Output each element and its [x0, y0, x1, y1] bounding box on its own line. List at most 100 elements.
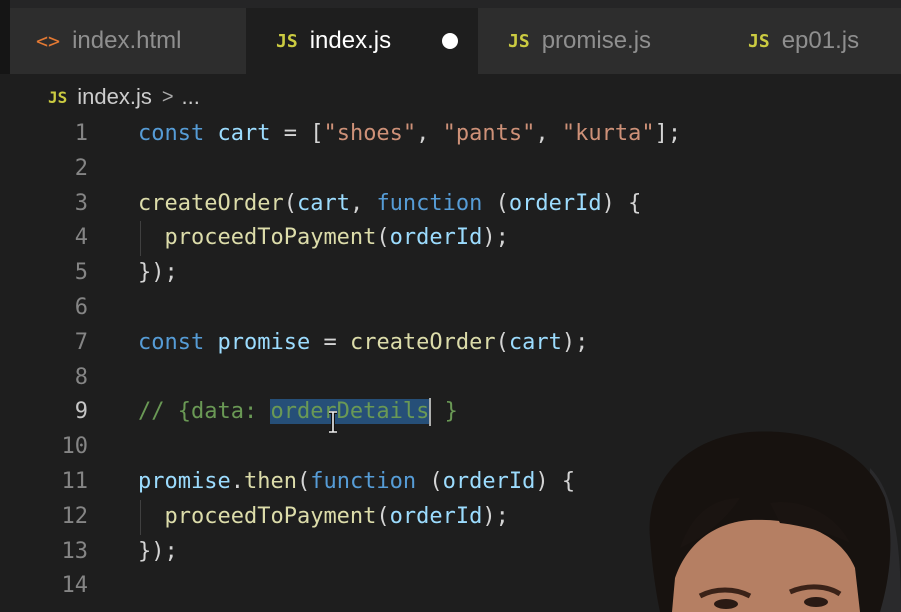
code-token: createOrder [138, 190, 284, 216]
code-token: proceedToPayment [164, 503, 377, 529]
code-token: , [416, 121, 443, 146]
code-token: function [376, 190, 483, 216]
code-token: , [535, 121, 562, 146]
code-token: , [349, 190, 377, 216]
chevron-right-icon: > [161, 85, 174, 108]
code-line[interactable]: 2 [0, 152, 901, 187]
code-token: orderId [442, 468, 536, 494]
code-token: ); [482, 503, 509, 529]
line-number: 8 [74, 364, 88, 390]
breadcrumb-file[interactable]: index.js [77, 84, 152, 110]
code-text: proceedToPayment(orderId); [138, 500, 509, 535]
code-token: ( [416, 468, 443, 494]
js-file-icon: JS [748, 30, 770, 52]
code-token: "kurta" [561, 121, 655, 146]
code-line[interactable]: 9 // {data: orderDetails } [0, 395, 901, 430]
line-number: 3 [74, 190, 88, 216]
line-number: 9 [74, 399, 88, 425]
code-token: ]; [654, 121, 682, 146]
line-number: 11 [61, 468, 89, 494]
line-number: 14 [61, 573, 89, 599]
code-token: promise [217, 329, 311, 355]
line-number: 2 [74, 155, 88, 181]
code-token: = [ [270, 121, 324, 146]
code-token: cart [217, 121, 271, 146]
code-token: }); [138, 260, 178, 286]
code-token: . [230, 468, 244, 494]
line-number: 10 [61, 434, 89, 460]
tab-ep01-js[interactable]: JS ep01.js [718, 8, 901, 74]
code-text: }); [138, 535, 178, 570]
breadcrumb: JS index.js > ... [48, 82, 200, 112]
code-text: promise.then(function (orderId) { [138, 465, 575, 500]
code-token: ( [283, 190, 297, 216]
code-line[interactable]: 1 const cart = ["shoes", "pants", "kurta"… [0, 117, 901, 152]
js-file-icon: JS [48, 87, 68, 107]
code-text: const promise = createOrder(cart); [138, 326, 588, 361]
line-number: 4 [74, 225, 88, 251]
line-number: 7 [74, 329, 88, 355]
code-token: ); [482, 225, 509, 251]
tab-bar-edge [0, 0, 10, 74]
tab-promise-js[interactable]: JS promise.js [478, 8, 718, 74]
code-token: ( [482, 190, 509, 216]
tab-label: index.js [309, 27, 392, 54]
code-token: ( [296, 468, 311, 494]
line-number: 5 [74, 260, 88, 286]
tab-label: index.html [72, 27, 182, 54]
code-text: createOrder(cart, function (orderId) { [138, 187, 641, 222]
tab-label: promise.js [541, 27, 652, 54]
code-token: }); [138, 538, 178, 564]
line-number: 13 [61, 538, 89, 564]
selected-text: orderDetails [270, 399, 430, 425]
code-token: cart [508, 329, 562, 355]
code-token: createOrder [349, 329, 496, 355]
line-number: 12 [61, 503, 89, 529]
tab-index-html[interactable]: <> index.html [10, 8, 246, 74]
code-token: // {data: [138, 399, 271, 425]
code-line[interactable]: 7 const promise = createOrder(cart); [0, 326, 901, 361]
js-file-icon: JS [508, 30, 530, 52]
code-text: // {data: orderDetails } [138, 395, 458, 430]
code-text: }); [138, 256, 178, 291]
code-line[interactable]: 6 [0, 291, 901, 326]
code-line[interactable]: 8 [0, 361, 901, 396]
code-token: const [138, 121, 205, 146]
code-token: } [431, 399, 458, 425]
code-line[interactable]: 3 createOrder(cart, function (orderId) { [0, 187, 901, 222]
breadcrumb-symbols[interactable]: ... [182, 84, 200, 110]
unsaved-dot-icon[interactable] [442, 33, 458, 49]
code-token: ); [561, 329, 589, 355]
code-token: promise [138, 468, 231, 494]
code-token: const [138, 329, 205, 355]
code-text: const cart = ["shoes", "pants", "kurta"]… [138, 117, 681, 152]
code-token: cart [296, 190, 350, 216]
code-token: = [310, 329, 350, 355]
code-token: ) { [601, 190, 642, 216]
tab-bar: <> index.html JS index.js JS promise.js … [0, 0, 901, 74]
text-cursor-icon [329, 411, 337, 433]
code-token: "pants" [442, 121, 536, 146]
code-token: proceedToPayment [164, 225, 377, 251]
code-token: orderId [389, 503, 483, 529]
code-token: orderId [389, 225, 483, 251]
html-file-icon: <> [36, 29, 61, 53]
code-token: ( [376, 225, 390, 251]
code-line[interactable]: 5}); [0, 256, 901, 291]
code-text: proceedToPayment(orderId); [138, 221, 509, 256]
code-token: "shoes" [323, 121, 417, 146]
line-number: 1 [74, 121, 88, 146]
code-token: then [243, 468, 297, 494]
code-token: orderId [508, 190, 602, 216]
code-line[interactable]: 4 proceedToPayment(orderId); [0, 221, 901, 257]
code-token: function [310, 468, 417, 494]
code-token: ) { [535, 468, 576, 494]
line-number: 6 [74, 294, 88, 320]
webcam-overlay [640, 428, 901, 612]
tab-index-js[interactable]: JS index.js [246, 8, 478, 74]
code-token: ( [495, 329, 509, 355]
